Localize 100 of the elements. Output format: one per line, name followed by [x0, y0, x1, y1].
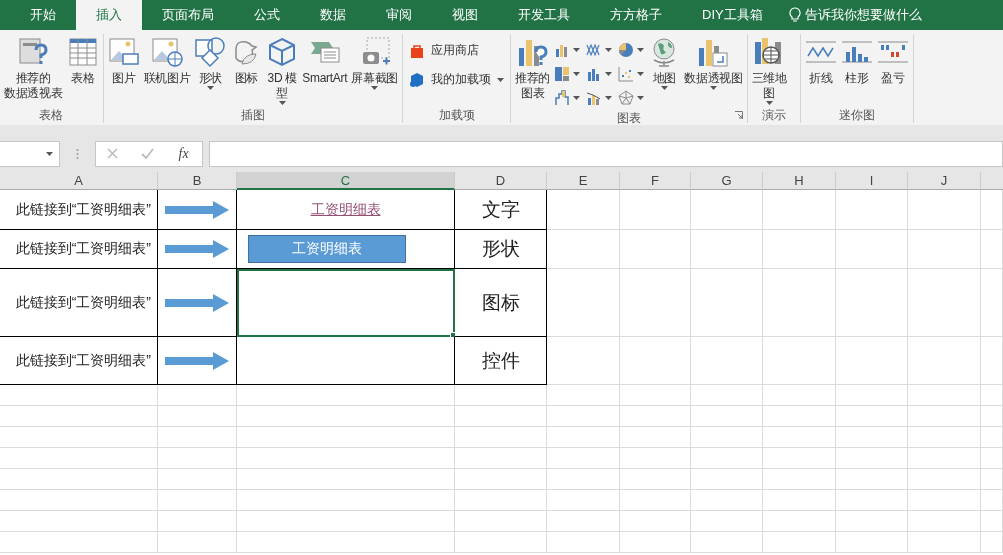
- formula-input[interactable]: [209, 140, 1003, 167]
- grid-cell[interactable]: [691, 427, 763, 448]
- grid-cell[interactable]: [0, 406, 158, 427]
- grid-cell[interactable]: [691, 406, 763, 427]
- grid-cell[interactable]: [237, 406, 455, 427]
- grid-cell[interactable]: [158, 427, 237, 448]
- grid-cell[interactable]: [620, 427, 691, 448]
- grid-cell[interactable]: [455, 406, 547, 427]
- grid-cell[interactable]: [455, 448, 547, 469]
- ribbon-button[interactable]: 图片: [105, 34, 142, 86]
- grid-cell[interactable]: [981, 406, 1003, 427]
- grid-cell[interactable]: [237, 490, 455, 511]
- ribbon-tab[interactable]: 审阅: [366, 0, 432, 30]
- ribbon-button[interactable]: 推荐的 数据透视表: [2, 34, 65, 101]
- grid-cell[interactable]: [0, 448, 158, 469]
- grid-cell[interactable]: [547, 448, 620, 469]
- grid-cell[interactable]: [237, 511, 455, 532]
- hyperlink[interactable]: 工资明细表: [310, 200, 381, 219]
- table-cell[interactable]: 工资明细表: [237, 190, 455, 230]
- ribbon-button[interactable]: 柱形: [838, 34, 875, 86]
- grid-cell[interactable]: [547, 190, 620, 230]
- grid-cell[interactable]: [981, 337, 1003, 385]
- grid-cell[interactable]: [237, 469, 455, 490]
- ribbon-tab[interactable]: 开始: [10, 0, 76, 30]
- grid-cell[interactable]: [691, 269, 763, 337]
- grid-cell[interactable]: [763, 448, 836, 469]
- grid-cell[interactable]: [908, 511, 981, 532]
- grid-cell[interactable]: [158, 511, 237, 532]
- grid-cell[interactable]: [908, 337, 981, 385]
- dialog-launcher-icon[interactable]: [734, 111, 743, 119]
- grid-cell[interactable]: [908, 448, 981, 469]
- grid-cell[interactable]: [547, 532, 620, 553]
- grid-cell[interactable]: [158, 385, 237, 406]
- ribbon-button[interactable]: 三维地 图: [749, 34, 789, 105]
- grid-cell[interactable]: [908, 406, 981, 427]
- grid-cell[interactable]: [620, 385, 691, 406]
- grid-cell[interactable]: [836, 448, 908, 469]
- ribbon-tab[interactable]: 方方格子: [590, 0, 682, 30]
- grid-cell[interactable]: [455, 427, 547, 448]
- grid-cell[interactable]: [691, 469, 763, 490]
- grid-cell[interactable]: [908, 190, 981, 230]
- ribbon-button[interactable]: SmartArt: [300, 34, 350, 86]
- grid-cell[interactable]: [908, 230, 981, 269]
- ribbon-button[interactable]: 3D 模 型: [264, 34, 301, 105]
- grid-cell[interactable]: [691, 511, 763, 532]
- grid-cell[interactable]: [547, 490, 620, 511]
- ribbon-button[interactable]: 折线: [802, 34, 839, 86]
- grid-cell[interactable]: [981, 385, 1003, 406]
- grid-cell[interactable]: [691, 230, 763, 269]
- grid-cell[interactable]: [691, 490, 763, 511]
- grid-cell[interactable]: [620, 490, 691, 511]
- ribbon-button[interactable]: 推荐的 图表: [513, 34, 553, 101]
- ribbon-button[interactable]: 数据透视图: [682, 34, 745, 90]
- grid-cell[interactable]: [620, 448, 691, 469]
- ribbon-button[interactable]: 地图: [646, 34, 683, 90]
- grid-cell[interactable]: [620, 511, 691, 532]
- ribbon-button[interactable]: 应用商店: [407, 40, 507, 61]
- ribbon-button[interactable]: 图标: [228, 34, 265, 86]
- grid-cell[interactable]: [981, 490, 1003, 511]
- ribbon-tab[interactable]: 公式: [234, 0, 300, 30]
- grid-cell[interactable]: [547, 469, 620, 490]
- grid-cell[interactable]: [981, 448, 1003, 469]
- ribbon-tab[interactable]: 开发工具: [498, 0, 590, 30]
- grid-cell[interactable]: [763, 490, 836, 511]
- grid-cell[interactable]: [763, 385, 836, 406]
- grid-cell[interactable]: [547, 230, 620, 269]
- grid-cell[interactable]: [981, 427, 1003, 448]
- grid-cell[interactable]: [237, 532, 455, 553]
- grid-cell[interactable]: [981, 269, 1003, 337]
- grid-cell[interactable]: [455, 385, 547, 406]
- ribbon-tab[interactable]: 数据: [300, 0, 366, 30]
- grid-cell[interactable]: [836, 427, 908, 448]
- ribbon-tab[interactable]: 页面布局: [142, 0, 234, 30]
- grid-cell[interactable]: [620, 469, 691, 490]
- grid-cell[interactable]: [455, 511, 547, 532]
- ribbon-button[interactable]: 表格: [64, 34, 101, 86]
- ribbon-button[interactable]: 联机图片: [141, 34, 193, 86]
- ribbon-button[interactable]: 盈亏: [874, 34, 911, 86]
- grid-cell[interactable]: [620, 406, 691, 427]
- grid-cell[interactable]: [836, 337, 908, 385]
- grid-cell[interactable]: [620, 337, 691, 385]
- grid-cell[interactable]: [0, 511, 158, 532]
- grid-cell[interactable]: [836, 230, 908, 269]
- column-header[interactable]: C: [237, 172, 455, 190]
- grid-cell[interactable]: [691, 337, 763, 385]
- grid-cell[interactable]: [836, 490, 908, 511]
- grid-cell[interactable]: [237, 427, 455, 448]
- grid-cell[interactable]: [691, 448, 763, 469]
- grid-cell[interactable]: [836, 190, 908, 230]
- grid-cell[interactable]: [836, 385, 908, 406]
- grid-cell[interactable]: [763, 406, 836, 427]
- grid-cell[interactable]: [237, 448, 455, 469]
- grid-cell[interactable]: [763, 269, 836, 337]
- grid-cell[interactable]: [455, 469, 547, 490]
- grid-cell[interactable]: [981, 511, 1003, 532]
- grid-cell[interactable]: [547, 406, 620, 427]
- grid-cell[interactable]: [158, 490, 237, 511]
- selected-cell[interactable]: [237, 269, 455, 337]
- grid-cell[interactable]: [763, 532, 836, 553]
- grid-cell[interactable]: [0, 469, 158, 490]
